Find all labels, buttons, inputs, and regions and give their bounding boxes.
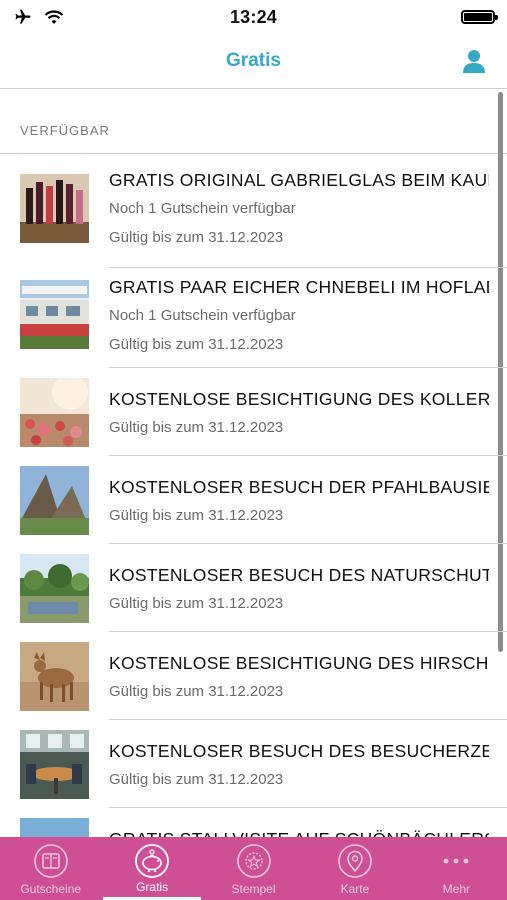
list-item[interactable]: Gratis Original Gabrielglas beim Kauf No… (0, 155, 507, 268)
item-validity: Gültig bis zum 31.12.2023 (109, 771, 284, 788)
item-validity: Gültig bis zum 31.12.2023 (109, 683, 284, 700)
item-validity: Gültig bis zum 31.12.2023 (109, 595, 284, 612)
list-item[interactable]: Gratis Paar Eicher Chnebeli im Hoflad No… (0, 268, 507, 368)
item-thumbnail (20, 174, 89, 243)
more-dots-icon (443, 858, 469, 864)
item-title: Kostenloser Besuch der Pfahlbausiedlung (109, 477, 489, 497)
item-title: Kostenloser Besuch des Besucherzen (109, 741, 489, 761)
list-item[interactable]: Kostenloser Besuch der Pfahlbausiedlung … (0, 456, 507, 544)
navigation-bar: Gratis (0, 36, 507, 89)
tab-label: Stempel (231, 882, 276, 896)
user-profile-icon[interactable] (461, 48, 487, 74)
item-thumbnail (20, 466, 89, 535)
item-thumbnail (20, 280, 89, 349)
item-title: Kostenlose Besichtigung des Hirschp. (109, 653, 489, 673)
item-availability: Noch 1 Gutschein verfügbar (109, 307, 296, 324)
tab-gutscheine[interactable]: Gutscheine (0, 837, 101, 900)
item-title: Gratis Original Gabrielglas beim Kauf (109, 170, 489, 190)
item-validity: Gültig bis zum 31.12.2023 (109, 229, 284, 246)
item-title: Gratis Paar Eicher Chnebeli im Hoflad (109, 277, 489, 297)
status-time: 13:24 (229, 7, 278, 27)
tab-stempel[interactable]: Stempel (203, 837, 304, 900)
map-pin-icon (338, 844, 372, 878)
section-header: VERFÜGBAR (0, 88, 507, 154)
item-validity: Gültig bis zum 31.12.2023 (109, 336, 284, 353)
status-bar: 13:24 (0, 0, 507, 36)
item-thumbnail (20, 378, 89, 447)
section-label: VERFÜGBAR (20, 123, 110, 138)
tab-karte[interactable]: Karte (304, 837, 405, 900)
tab-bar: Gutscheine Gratis Stempel Karte Mehr (0, 837, 507, 900)
item-validity: Gültig bis zum 31.12.2023 (109, 419, 284, 436)
divider (0, 153, 507, 154)
tab-mehr[interactable]: Mehr (406, 837, 507, 900)
item-availability: Noch 1 Gutschein verfügbar (109, 200, 296, 217)
tab-gratis[interactable]: Gratis (101, 837, 202, 900)
coupon-book-icon (33, 844, 68, 878)
list-item[interactable]: Kostenloser Besuch des Besucherzen Gülti… (0, 720, 507, 808)
tab-label: Karte (340, 882, 370, 896)
item-title: Kostenlose Besichtigung des Kollerh (109, 389, 489, 409)
piggy-bank-icon (135, 844, 170, 878)
tab-label: Mehr (442, 882, 470, 896)
tab-label: Gratis (136, 880, 169, 894)
list-item[interactable]: Kostenloser Besuch des Naturschutz Gülti… (0, 544, 507, 632)
stamp-icon (236, 844, 271, 878)
item-thumbnail (20, 554, 89, 623)
item-title: Kostenloser Besuch des Naturschutz (109, 565, 489, 585)
battery-icon (461, 10, 498, 24)
item-thumbnail (20, 730, 89, 799)
item-validity: Gültig bis zum 31.12.2023 (109, 507, 284, 524)
item-thumbnail (20, 642, 89, 711)
list-item[interactable]: Kostenlose Besichtigung des Kollerh Gült… (0, 368, 507, 456)
page-title: Gratis (226, 50, 281, 71)
list-item[interactable]: Kostenlose Besichtigung des Hirschp. Gül… (0, 632, 507, 720)
tab-label: Gutscheine (20, 882, 82, 896)
